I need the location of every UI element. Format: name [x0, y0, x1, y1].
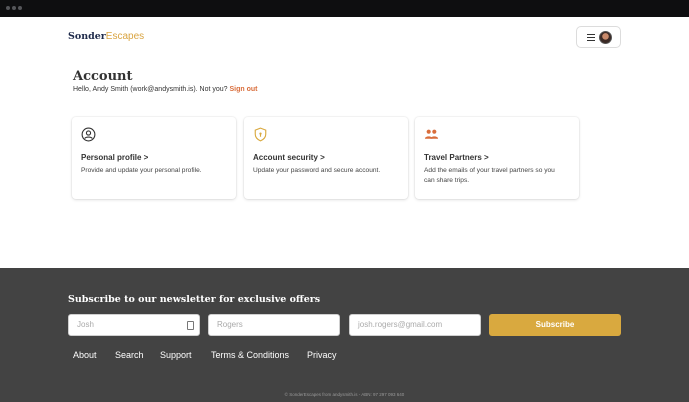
account-greeting: Hello, Andy Smith (work@andysmith.is). N… [73, 86, 258, 93]
card-travel-partners[interactable]: Travel Partners > Add the emails of your… [415, 117, 579, 199]
email-placeholder: josh.rogers@gmail.com [358, 320, 443, 329]
page-title: Account [73, 69, 133, 84]
people-icon [424, 129, 439, 139]
shield-lock-icon [254, 127, 267, 142]
window-chrome [0, 0, 689, 17]
logo-text-escapes: Escapes [105, 31, 145, 42]
logo-text-sonder: Sonder [68, 31, 106, 42]
card-personal-profile[interactable]: Personal profile > Provide and update yo… [72, 117, 236, 199]
footer-link-about[interactable]: About [73, 350, 97, 360]
email-input[interactable]: josh.rogers@gmail.com [349, 314, 481, 336]
greeting-text: Hello, Andy Smith (work@andysmith.is). N… [73, 86, 228, 93]
user-circle-icon [81, 127, 96, 142]
first-name-input[interactable]: Josh [68, 314, 200, 336]
card-title: Account security > [253, 153, 325, 162]
contact-card-icon [187, 321, 194, 330]
site-header: SonderEscapes [0, 17, 689, 57]
window-dot [6, 6, 10, 10]
account-menu-button[interactable] [576, 26, 621, 48]
footer-link-privacy[interactable]: Privacy [307, 350, 337, 360]
footer-link-terms[interactable]: Terms & Conditions [211, 350, 289, 360]
copyright-text: © SonderEscapes from andysmith.is - ABN:… [284, 392, 405, 397]
hamburger-icon [587, 34, 595, 41]
site-logo[interactable]: SonderEscapes [68, 31, 144, 42]
last-name-placeholder: Rogers [217, 320, 243, 329]
window-dot [18, 6, 22, 10]
card-description: Provide and update your personal profile… [81, 167, 202, 174]
footer-link-support[interactable]: Support [160, 350, 192, 360]
footer-link-search[interactable]: Search [115, 350, 144, 360]
subscribe-button[interactable]: Subscribe [489, 314, 621, 336]
card-title: Personal profile > [81, 153, 149, 162]
newsletter-title: Subscribe to our newsletter for exclusiv… [68, 294, 321, 305]
card-account-security[interactable]: Account security > Update your password … [244, 117, 408, 199]
site-footer: Subscribe to our newsletter for exclusiv… [0, 268, 689, 402]
sign-out-link[interactable]: Sign out [230, 86, 258, 93]
window-dot [12, 6, 16, 10]
card-description: Update your password and secure account. [253, 167, 381, 174]
card-description: Add the emails of your travel partners s… [424, 167, 555, 184]
card-title: Travel Partners > [424, 153, 489, 162]
avatar [599, 31, 612, 44]
first-name-placeholder: Josh [77, 320, 94, 329]
last-name-input[interactable]: Rogers [208, 314, 340, 336]
